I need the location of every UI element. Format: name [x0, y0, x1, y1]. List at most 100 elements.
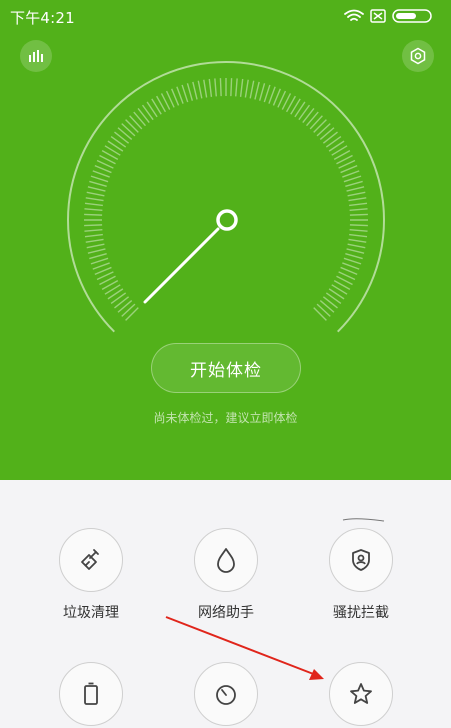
gauge-tick: [203, 79, 208, 98]
gauge-tick: [86, 243, 105, 249]
gauge-tick: [85, 238, 104, 243]
health-gauge: [67, 61, 385, 333]
gauge-tick: [235, 78, 238, 97]
gauge-tick: [322, 131, 338, 144]
gauge-tick: [244, 79, 249, 98]
gauge-tick: [117, 127, 133, 141]
tool-label: 垃圾清理: [63, 605, 119, 621]
gauge-tick: [349, 224, 368, 227]
gauge-tick: [117, 299, 133, 313]
tool-timer[interactable]: [166, 662, 286, 726]
gauge-tick: [84, 229, 103, 232]
battery-icon: [84, 682, 98, 705]
gauge-tick: [316, 303, 331, 317]
gauge-tick: [181, 84, 189, 103]
gauge-tick: [345, 180, 363, 188]
gauge-tick: [137, 108, 150, 124]
droplet-icon: [217, 548, 235, 573]
tool-network-assistant[interactable]: 网络助手: [166, 528, 286, 622]
gauge-tick: [319, 127, 335, 141]
gauge-tick: [249, 80, 255, 99]
gauge-tick: [125, 119, 139, 133]
gauge-tick: [84, 202, 103, 207]
gauge-tick: [342, 170, 360, 178]
gauge-tick: [302, 108, 315, 124]
gauge-tick: [346, 248, 365, 254]
gauge-tick: [349, 229, 368, 232]
gauge-tick: [309, 115, 323, 130]
start-checkup-button[interactable]: 开始体检: [151, 343, 301, 393]
gauge-tick: [90, 175, 109, 183]
gauge-tick: [347, 243, 366, 249]
gauge-tick: [125, 307, 139, 321]
tool-harassment-block[interactable]: 骚扰拦截: [301, 528, 421, 622]
gauge-tick: [239, 78, 244, 97]
gauge-tick: [348, 238, 367, 243]
gauge-tick: [192, 81, 198, 100]
gauge-tick: [84, 213, 103, 216]
gauge-tick: [322, 296, 338, 309]
gauge-needle: [143, 227, 220, 304]
gauge-tick: [305, 111, 319, 127]
tool-favorites[interactable]: [301, 662, 421, 726]
gauge-tick: [268, 86, 276, 104]
gauge-tick: [345, 252, 363, 260]
broom-icon: [81, 549, 99, 570]
header-panel: 下午4:21 开始体检 尚未体检过，建议立即体检: [0, 0, 451, 480]
gauge-tick: [87, 248, 106, 254]
gauge-tick: [197, 80, 203, 99]
gauge-tick: [114, 296, 130, 309]
gauge-tick: [254, 81, 260, 100]
gauge-tick: [316, 123, 331, 137]
gauge-tick: [176, 86, 184, 104]
gauge-tick: [349, 233, 368, 238]
gauge-tick: [348, 197, 367, 202]
gauge-tick: [343, 175, 362, 183]
gauge-tick: [84, 233, 103, 238]
gauge-tick: [129, 115, 143, 130]
shield-user-icon: [352, 549, 370, 571]
gauge-tick: [342, 262, 360, 270]
gauge-outer-ring: [67, 61, 385, 333]
gauge-tick: [87, 186, 106, 192]
gauge-tick: [313, 119, 327, 133]
gauge-ticks: [84, 78, 368, 321]
timer-icon: [216, 685, 236, 705]
gauge-tick: [347, 191, 366, 197]
gauge-tick: [89, 180, 107, 188]
tools-grid: 垃圾清理 网络助手 骚扰拦截: [0, 480, 451, 728]
gauge-tick: [92, 262, 110, 270]
gauge-tick: [84, 208, 103, 211]
gauge-tick: [263, 84, 271, 103]
gauge-tick: [121, 303, 136, 317]
tool-battery[interactable]: [31, 662, 151, 726]
gauge-tick: [219, 78, 222, 97]
gauge-tick: [90, 257, 109, 265]
checkup-hint: 尚未体检过，建议立即体检: [153, 411, 298, 425]
gauge-tick: [133, 111, 147, 127]
tool-junk-cleanup[interactable]: 垃圾清理: [31, 528, 151, 622]
gauge-tick: [230, 78, 233, 97]
gauge-tick: [349, 202, 368, 207]
gauge-tick: [121, 123, 136, 137]
gauge-tick: [349, 208, 368, 211]
tool-label: 骚扰拦截: [333, 605, 389, 621]
gauge-tick: [313, 307, 327, 321]
gauge-tick: [319, 299, 335, 313]
gauge-tick: [346, 186, 365, 192]
gauge-tick: [84, 224, 103, 227]
star-icon: [350, 683, 372, 704]
gauge-tick: [86, 191, 105, 197]
gauge-tick: [343, 257, 362, 265]
tool-label: 网络助手: [198, 605, 254, 621]
gauge-tick: [89, 252, 107, 260]
gauge-tick: [349, 213, 368, 216]
gauge-tick: [92, 170, 110, 178]
gauge-tick: [85, 197, 104, 202]
gauge-tick: [114, 131, 130, 144]
gauge-tick: [258, 83, 266, 101]
gauge-tick: [186, 83, 194, 101]
gauge-needle-pivot: [216, 209, 238, 231]
gauge-tick: [214, 78, 217, 97]
gauge-tick: [208, 78, 213, 97]
